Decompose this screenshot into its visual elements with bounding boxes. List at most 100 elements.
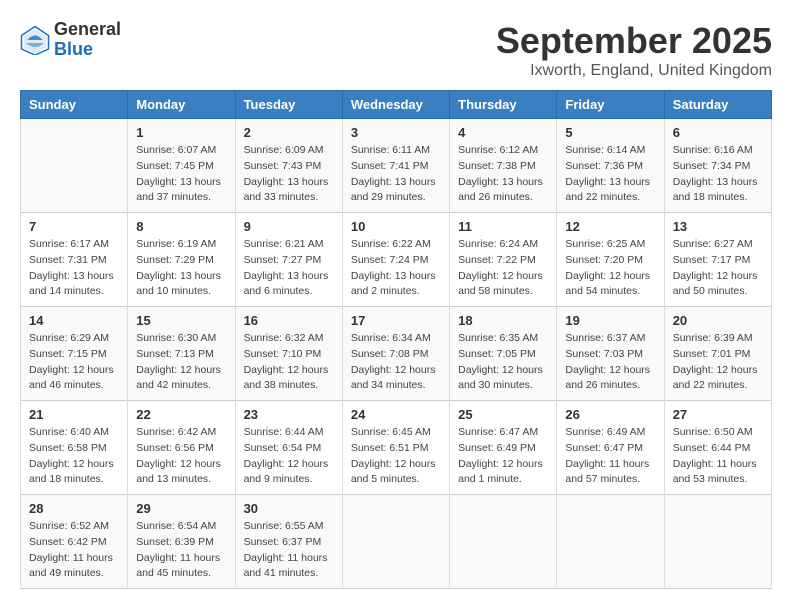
calendar-cell: 25 Sunrise: 6:47 AMSunset: 6:49 PMDayligh… <box>450 401 557 495</box>
day-number: 6 <box>673 125 763 140</box>
day-info: Sunrise: 6:45 AMSunset: 6:51 PMDaylight:… <box>351 425 441 488</box>
calendar-cell: 22 Sunrise: 6:42 AMSunset: 6:56 PMDayligh… <box>128 401 235 495</box>
calendar-cell: 8 Sunrise: 6:19 AMSunset: 7:29 PMDaylight… <box>128 213 235 307</box>
day-header-saturday: Saturday <box>664 91 771 119</box>
week-row-4: 21 Sunrise: 6:40 AMSunset: 6:58 PMDayligh… <box>21 401 772 495</box>
day-number: 24 <box>351 407 441 422</box>
day-info: Sunrise: 6:54 AMSunset: 6:39 PMDaylight:… <box>136 519 226 582</box>
day-info: Sunrise: 6:35 AMSunset: 7:05 PMDaylight:… <box>458 331 548 394</box>
day-info: Sunrise: 6:30 AMSunset: 7:13 PMDaylight:… <box>136 331 226 394</box>
day-header-wednesday: Wednesday <box>342 91 449 119</box>
day-number: 27 <box>673 407 763 422</box>
calendar-cell: 23 Sunrise: 6:44 AMSunset: 6:54 PMDayligh… <box>235 401 342 495</box>
calendar-cell: 7 Sunrise: 6:17 AMSunset: 7:31 PMDaylight… <box>21 213 128 307</box>
calendar-cell: 13 Sunrise: 6:27 AMSunset: 7:17 PMDayligh… <box>664 213 771 307</box>
day-number: 29 <box>136 501 226 516</box>
day-info: Sunrise: 6:17 AMSunset: 7:31 PMDaylight:… <box>29 237 119 300</box>
calendar-cell: 12 Sunrise: 6:25 AMSunset: 7:20 PMDayligh… <box>557 213 664 307</box>
day-number: 15 <box>136 313 226 328</box>
header-row: SundayMondayTuesdayWednesdayThursdayFrid… <box>21 91 772 119</box>
week-row-1: 1 Sunrise: 6:07 AMSunset: 7:45 PMDaylight… <box>21 119 772 213</box>
day-header-monday: Monday <box>128 91 235 119</box>
calendar-cell: 15 Sunrise: 6:30 AMSunset: 7:13 PMDayligh… <box>128 307 235 401</box>
month-title: September 2025 <box>496 20 772 62</box>
calendar-cell <box>450 495 557 589</box>
calendar-cell: 9Sunrise: 6:21 AMSunset: 7:27 PMDaylight… <box>235 213 342 307</box>
day-info: Sunrise: 6:40 AMSunset: 6:58 PMDaylight:… <box>29 425 119 488</box>
day-info: Sunrise: 6:39 AMSunset: 7:01 PMDaylight:… <box>673 331 763 394</box>
page-header: General Blue September 2025 Ixworth, Eng… <box>20 20 772 80</box>
calendar-cell: 18 Sunrise: 6:35 AMSunset: 7:05 PMDayligh… <box>450 307 557 401</box>
day-info: Sunrise: 6:37 AMSunset: 7:03 PMDaylight:… <box>565 331 655 394</box>
day-number: 14 <box>29 313 119 328</box>
calendar-cell: 1 Sunrise: 6:07 AMSunset: 7:45 PMDaylight… <box>128 119 235 213</box>
calendar-cell: 11 Sunrise: 6:24 AMSunset: 7:22 PMDayligh… <box>450 213 557 307</box>
day-number: 7 <box>29 219 119 234</box>
calendar-cell: 29 Sunrise: 6:54 AMSunset: 6:39 PMDayligh… <box>128 495 235 589</box>
day-number: 1 <box>136 125 226 140</box>
day-number: 10 <box>351 219 441 234</box>
day-number: 8 <box>136 219 226 234</box>
day-number: 20 <box>673 313 763 328</box>
calendar-cell: 21 Sunrise: 6:40 AMSunset: 6:58 PMDayligh… <box>21 401 128 495</box>
day-number: 11 <box>458 219 548 234</box>
day-info: Sunrise: 6:29 AMSunset: 7:15 PMDaylight:… <box>29 331 119 394</box>
location: Ixworth, England, United Kingdom <box>496 62 772 80</box>
day-number: 16 <box>244 313 334 328</box>
calendar-cell: 28 Sunrise: 6:52 AMSunset: 6:42 PMDayligh… <box>21 495 128 589</box>
day-info: Sunrise: 6:47 AMSunset: 6:49 PMDaylight:… <box>458 425 548 488</box>
calendar-cell <box>557 495 664 589</box>
logo-general: General <box>54 20 121 40</box>
calendar-cell <box>21 119 128 213</box>
day-number: 30 <box>244 501 334 516</box>
day-info: Sunrise: 6:55 AMSunset: 6:37 PMDaylight:… <box>244 519 334 582</box>
week-row-2: 7 Sunrise: 6:17 AMSunset: 7:31 PMDaylight… <box>21 213 772 307</box>
day-info: Sunrise: 6:22 AMSunset: 7:24 PMDaylight:… <box>351 237 441 300</box>
day-info: Sunrise: 6:52 AMSunset: 6:42 PMDaylight:… <box>29 519 119 582</box>
day-number: 12 <box>565 219 655 234</box>
day-number: 5 <box>565 125 655 140</box>
day-number: 28 <box>29 501 119 516</box>
logo-blue: Blue <box>54 40 121 60</box>
calendar-cell: 26 Sunrise: 6:49 AMSunset: 6:47 PMDayligh… <box>557 401 664 495</box>
day-info: Sunrise: 6:21 AMSunset: 7:27 PMDaylight:… <box>244 237 334 300</box>
day-number: 3 <box>351 125 441 140</box>
calendar-cell: 14 Sunrise: 6:29 AMSunset: 7:15 PMDayligh… <box>21 307 128 401</box>
logo-text: General Blue <box>54 20 121 60</box>
day-number: 4 <box>458 125 548 140</box>
day-number: 23 <box>244 407 334 422</box>
calendar-cell: 2Sunrise: 6:09 AMSunset: 7:43 PMDaylight… <box>235 119 342 213</box>
day-number: 2 <box>244 125 334 140</box>
day-number: 17 <box>351 313 441 328</box>
calendar-cell: 10 Sunrise: 6:22 AMSunset: 7:24 PMDayligh… <box>342 213 449 307</box>
calendar-cell: 30 Sunrise: 6:55 AMSunset: 6:37 PMDayligh… <box>235 495 342 589</box>
day-number: 13 <box>673 219 763 234</box>
calendar-cell: 19 Sunrise: 6:37 AMSunset: 7:03 PMDayligh… <box>557 307 664 401</box>
day-number: 25 <box>458 407 548 422</box>
day-number: 19 <box>565 313 655 328</box>
day-info: Sunrise: 6:25 AMSunset: 7:20 PMDaylight:… <box>565 237 655 300</box>
logo-icon <box>20 25 50 55</box>
calendar-cell <box>664 495 771 589</box>
day-header-sunday: Sunday <box>21 91 128 119</box>
day-info: Sunrise: 6:14 AMSunset: 7:36 PMDaylight:… <box>565 143 655 206</box>
day-number: 18 <box>458 313 548 328</box>
day-number: 21 <box>29 407 119 422</box>
day-info: Sunrise: 6:44 AMSunset: 6:54 PMDaylight:… <box>244 425 334 488</box>
day-info: Sunrise: 6:50 AMSunset: 6:44 PMDaylight:… <box>673 425 763 488</box>
day-info: Sunrise: 6:32 AMSunset: 7:10 PMDaylight:… <box>244 331 334 394</box>
day-number: 22 <box>136 407 226 422</box>
day-info: Sunrise: 6:42 AMSunset: 6:56 PMDaylight:… <box>136 425 226 488</box>
day-info: Sunrise: 6:24 AMSunset: 7:22 PMDaylight:… <box>458 237 548 300</box>
day-info: Sunrise: 6:34 AMSunset: 7:08 PMDaylight:… <box>351 331 441 394</box>
day-info: Sunrise: 6:07 AMSunset: 7:45 PMDaylight:… <box>136 143 226 206</box>
calendar-cell: 17 Sunrise: 6:34 AMSunset: 7:08 PMDayligh… <box>342 307 449 401</box>
calendar-cell: 5 Sunrise: 6:14 AMSunset: 7:36 PMDaylight… <box>557 119 664 213</box>
day-info: Sunrise: 6:19 AMSunset: 7:29 PMDaylight:… <box>136 237 226 300</box>
day-number: 26 <box>565 407 655 422</box>
day-info: Sunrise: 6:27 AMSunset: 7:17 PMDaylight:… <box>673 237 763 300</box>
calendar-cell: 6Sunrise: 6:16 AMSunset: 7:34 PMDaylight… <box>664 119 771 213</box>
calendar-cell <box>342 495 449 589</box>
day-info: Sunrise: 6:49 AMSunset: 6:47 PMDaylight:… <box>565 425 655 488</box>
day-info: Sunrise: 6:11 AMSunset: 7:41 PMDaylight:… <box>351 143 441 206</box>
